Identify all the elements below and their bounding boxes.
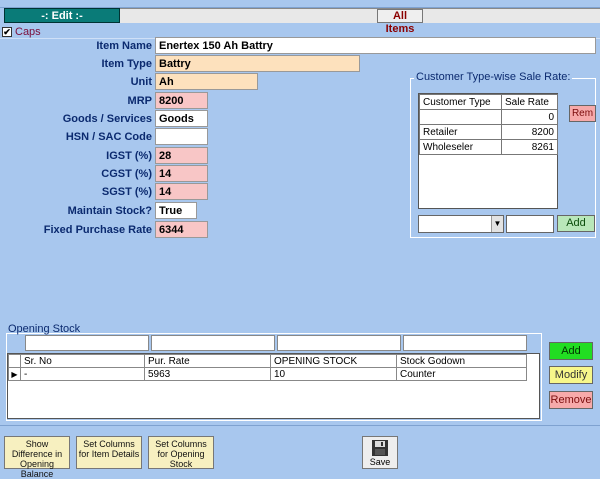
caps-label: Caps <box>15 25 41 38</box>
opening-stock-cell[interactable]: 10 <box>270 367 397 381</box>
remove-rate-button[interactable]: Rem <box>569 105 596 122</box>
hsn-sac-field[interactable] <box>155 128 208 145</box>
col-sale-rate[interactable]: Sale Rate <box>501 94 558 110</box>
modify-stock-button[interactable]: Modify <box>549 366 593 384</box>
item-name-label: Item Name <box>96 40 152 52</box>
pur-rate-input[interactable] <box>151 335 275 351</box>
fixed-purchase-rate-field[interactable]: 6344 <box>155 221 208 238</box>
customer-rate-table: Customer Type Sale Rate 0 Retailer 8200 … <box>418 94 558 155</box>
sr-no-cell[interactable]: - <box>20 367 145 381</box>
maintain-stock-label: Maintain Stock? <box>67 205 152 217</box>
stock-godown-cell[interactable]: Counter <box>396 367 527 381</box>
chevron-down-icon[interactable]: ▼ <box>491 216 503 232</box>
opening-stock-table: Sr. No Pur. Rate OPENING STOCK Stock God… <box>8 354 527 381</box>
goods-services-label: Goods / Services <box>62 113 152 125</box>
sgst-label: SGST (%) <box>101 186 152 198</box>
caps-checkbox-row[interactable]: ✔ Caps <box>2 25 41 38</box>
add-rate-button[interactable]: Add <box>557 215 595 232</box>
show-difference-button[interactable]: Show Difference in Opening Balance <box>4 436 70 479</box>
set-columns-opening-stock-button[interactable]: Set Columns for Opening Stock <box>148 436 214 469</box>
unit-field[interactable]: Ah <box>155 73 258 90</box>
fixed-purchase-rate-label: Fixed Purchase Rate <box>43 224 152 236</box>
pur-rate-cell[interactable]: 5963 <box>144 367 271 381</box>
customer-rate-grid[interactable]: Customer Type Sale Rate 0 Retailer 8200 … <box>418 93 558 209</box>
mrp-field[interactable]: 8200 <box>155 92 208 109</box>
remove-stock-button[interactable]: Remove <box>549 391 593 409</box>
add-stock-button[interactable]: Add <box>549 342 593 360</box>
title-strip <box>120 8 600 23</box>
col-customer-type[interactable]: Customer Type <box>418 94 503 110</box>
hsn-sac-label: HSN / SAC Code <box>65 131 152 143</box>
customer-type-cell[interactable]: Retailer <box>418 124 503 140</box>
opening-stock-title: Opening Stock <box>8 323 81 335</box>
stock-godown-input[interactable] <box>403 335 527 351</box>
set-columns-item-details-button[interactable]: Set Columns for Item Details <box>76 436 142 469</box>
table-row[interactable]: 0 <box>418 109 558 125</box>
item-name-field[interactable]: Enertex 150 Ah Battry <box>155 37 596 54</box>
table-row[interactable]: Retailer 8200 <box>418 124 558 140</box>
opening-stock-grid[interactable]: Sr. No Pur. Rate OPENING STOCK Stock God… <box>7 353 540 419</box>
cgst-label: CGST (%) <box>101 168 152 180</box>
opening-stock-input[interactable] <box>277 335 401 351</box>
sgst-field[interactable]: 14 <box>155 183 208 200</box>
unit-label: Unit <box>130 76 152 88</box>
save-button[interactable]: Save <box>362 436 398 469</box>
col-pur-rate[interactable]: Pur. Rate <box>144 354 271 368</box>
all-items-button[interactable]: All Items <box>377 9 423 35</box>
goods-services-field[interactable]: Goods <box>155 110 208 127</box>
col-stock-godown[interactable]: Stock Godown <box>396 354 527 368</box>
caps-checkbox[interactable]: ✔ <box>2 26 12 37</box>
sale-rate-input[interactable] <box>506 215 554 233</box>
row-selector-icon[interactable]: ▶ <box>8 367 21 381</box>
igst-label: IGST (%) <box>106 150 152 162</box>
row-header-corner <box>8 354 21 368</box>
mrp-label: MRP <box>127 95 152 107</box>
sale-rate-cell[interactable]: 0 <box>501 109 558 125</box>
window-top-bar <box>0 0 600 8</box>
table-row[interactable]: ▶ - 5963 10 Counter <box>8 367 527 381</box>
sale-rate-cell[interactable]: 8200 <box>501 124 558 140</box>
customer-type-cell[interactable]: Wholeseler <box>418 139 503 155</box>
item-type-label: Item Type <box>101 58 152 70</box>
col-sr-no[interactable]: Sr. No <box>20 354 145 368</box>
customer-rate-title: Customer Type-wise Sale Rate: <box>414 71 573 83</box>
igst-field[interactable]: 28 <box>155 147 208 164</box>
customer-type-cell[interactable] <box>418 109 503 125</box>
sale-rate-cell[interactable]: 8261 <box>501 139 558 155</box>
edit-mode-title: -: Edit :- <box>4 8 120 23</box>
maintain-stock-field[interactable]: True <box>155 202 197 219</box>
customer-type-dropdown[interactable]: ▼ <box>418 215 504 233</box>
table-row[interactable]: Wholeseler 8261 <box>418 139 558 155</box>
floppy-disk-icon <box>372 440 388 456</box>
cgst-field[interactable]: 14 <box>155 165 208 182</box>
sr-no-input[interactable] <box>25 335 149 351</box>
save-label: Save <box>369 457 391 467</box>
item-type-field[interactable]: Battry <box>155 55 360 72</box>
col-opening-stock[interactable]: OPENING STOCK <box>270 354 397 368</box>
